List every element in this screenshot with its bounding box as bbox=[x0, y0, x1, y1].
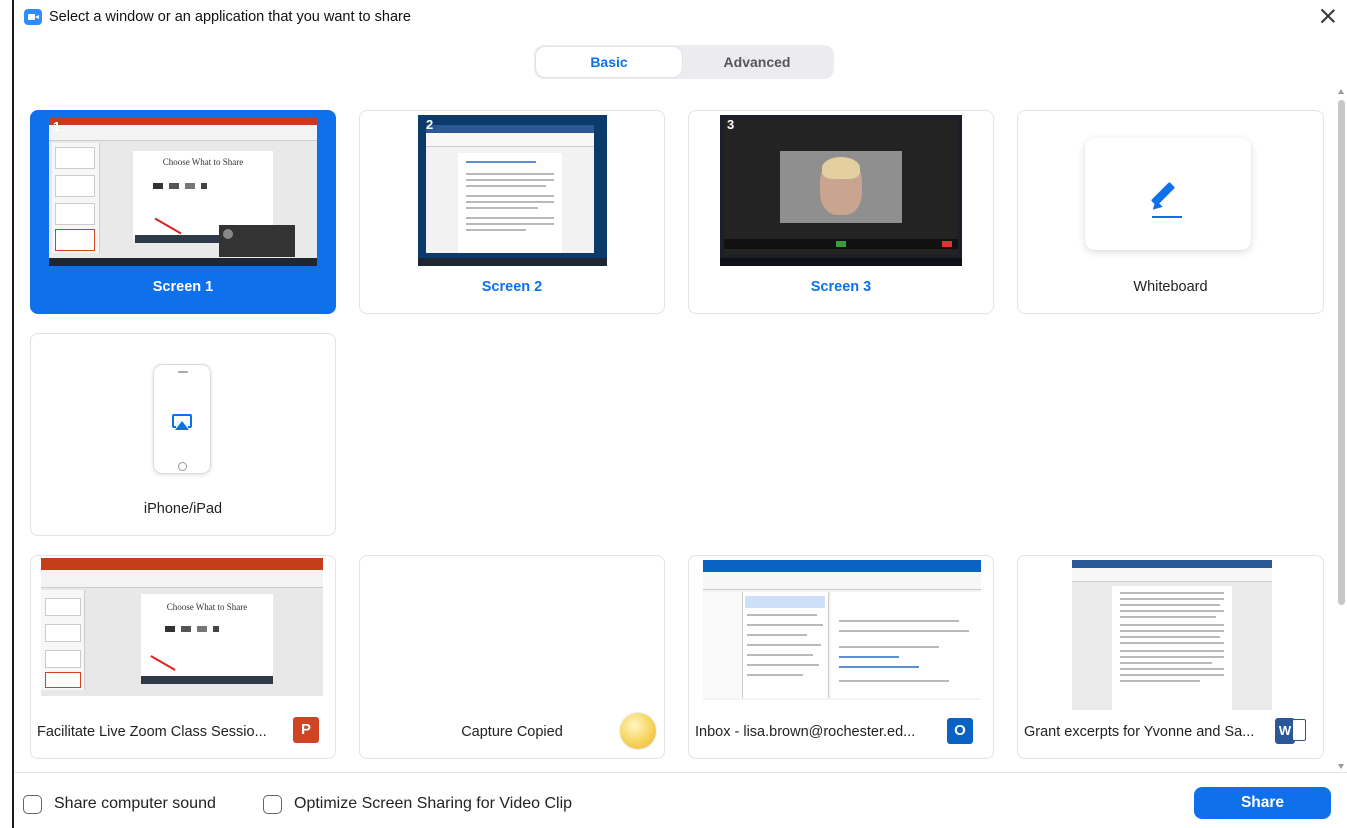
screen-3-number: 3 bbox=[727, 117, 735, 132]
title-bar: Select a window or an application that y… bbox=[18, 0, 1347, 34]
scrollbar-thumb[interactable] bbox=[1338, 100, 1345, 605]
screen-2-card[interactable]: 2 Screen 2 bbox=[359, 110, 665, 314]
optimize-video-label: Optimize Screen Sharing for Video Clip bbox=[294, 795, 573, 812]
close-icon[interactable] bbox=[1317, 5, 1339, 27]
screen-1-card[interactable]: Choose What to Share 1 Screen 1 bbox=[30, 110, 336, 314]
footer-divider bbox=[14, 772, 1347, 773]
whiteboard-preview bbox=[1085, 138, 1251, 250]
scroll-down-icon[interactable] bbox=[1338, 764, 1344, 769]
screen-3-card[interactable]: 3 Screen 3 bbox=[688, 110, 994, 314]
powerpoint-icon: P bbox=[293, 717, 319, 743]
window-powerpoint-card[interactable]: Choose What to Share Facilitate Live Zoo… bbox=[30, 555, 336, 759]
share-sound-checkbox[interactable] bbox=[23, 794, 42, 814]
window-word-label: Grant excerpts for Yvonne and Sa... bbox=[1024, 724, 1255, 740]
screen-2-number: 2 bbox=[426, 117, 434, 132]
optimize-video-checkbox[interactable] bbox=[263, 794, 282, 814]
capture-icon bbox=[620, 713, 656, 749]
screen-1-thumbnail: Choose What to Share bbox=[49, 117, 317, 266]
powerpoint-thumb-title: Choose What to Share bbox=[166, 602, 248, 612]
screen-2-thumbnail bbox=[418, 115, 607, 266]
optimize-video-option[interactable]: Optimize Screen Sharing for Video Clip bbox=[263, 793, 572, 815]
whiteboard-card[interactable]: Whiteboard bbox=[1017, 110, 1324, 314]
screen-1-thumb-title: Choose What to Share bbox=[162, 157, 244, 167]
iphone-ipad-card[interactable]: iPhone/iPad bbox=[30, 333, 336, 536]
share-sound-label: Share computer sound bbox=[54, 795, 216, 812]
share-button[interactable]: Share bbox=[1194, 787, 1331, 819]
iphone-ipad-label: iPhone/iPad bbox=[143, 501, 223, 517]
screen-1-number: 1 bbox=[53, 119, 61, 134]
screen-3-label: Screen 3 bbox=[810, 279, 872, 295]
screen-3-thumbnail bbox=[720, 115, 962, 266]
window-word-card[interactable]: Grant excerpts for Yvonne and Sa... W bbox=[1017, 555, 1324, 759]
word-thumbnail bbox=[1072, 560, 1272, 710]
window-powerpoint-label: Facilitate Live Zoom Class Sessio... bbox=[37, 724, 267, 740]
tab-basic[interactable]: Basic bbox=[536, 47, 682, 77]
scrollbar[interactable] bbox=[1336, 89, 1346, 772]
tab-advanced[interactable]: Advanced bbox=[684, 47, 830, 77]
window-capture-card[interactable]: Capture Copied bbox=[359, 555, 665, 759]
share-sound-option[interactable]: Share computer sound bbox=[23, 793, 216, 815]
scroll-up-icon[interactable] bbox=[1338, 89, 1344, 94]
window-outlook-card[interactable]: Inbox - lisa.brown@rochester.ed... O bbox=[688, 555, 994, 759]
whiteboard-label: Whiteboard bbox=[1133, 279, 1208, 295]
powerpoint-thumbnail: Choose What to Share bbox=[41, 558, 323, 696]
outlook-icon: O bbox=[947, 718, 973, 744]
screen-1-label: Screen 1 bbox=[152, 279, 214, 295]
share-mode-tabs: Basic Advanced bbox=[534, 45, 834, 79]
window-title: Select a window or an application that y… bbox=[49, 9, 411, 25]
window-outlook-label: Inbox - lisa.brown@rochester.ed... bbox=[695, 724, 916, 740]
zoom-camera-icon bbox=[24, 9, 42, 25]
window-edge bbox=[12, 0, 14, 828]
screen-2-label: Screen 2 bbox=[481, 279, 543, 295]
outlook-thumbnail bbox=[703, 560, 981, 700]
window-capture-label: Capture Copied bbox=[461, 724, 563, 740]
phone-icon bbox=[153, 364, 211, 474]
